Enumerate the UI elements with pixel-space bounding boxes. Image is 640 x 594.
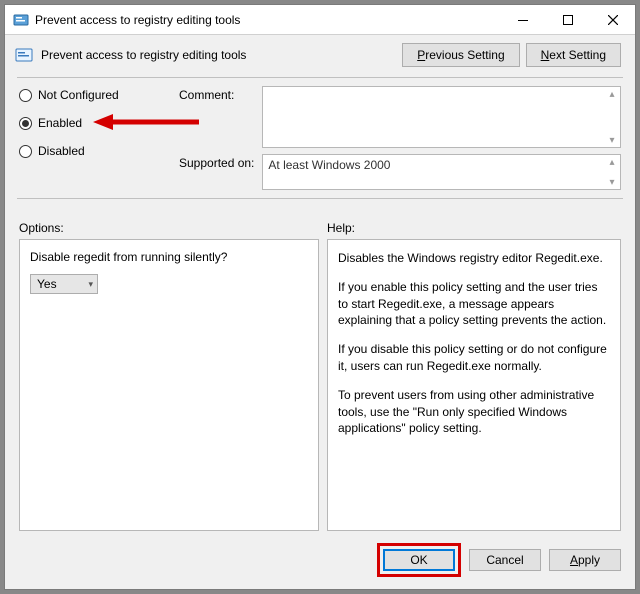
- radio-group: Not Configured Enabled Disabled: [19, 86, 179, 190]
- radio-enabled[interactable]: Enabled: [19, 116, 179, 130]
- top-section: Not Configured Enabled Disabled Comment:…: [5, 86, 635, 190]
- options-panel: Disable regedit from running silently? Y…: [19, 239, 319, 531]
- help-paragraph: To prevent users from using other admini…: [338, 387, 610, 437]
- supported-on-value: At least Windows 2000: [268, 158, 390, 172]
- options-section-label: Options:: [19, 221, 327, 235]
- header-row: Prevent access to registry editing tools…: [5, 35, 635, 71]
- section-labels: Options: Help:: [5, 207, 635, 239]
- close-button[interactable]: [590, 5, 635, 35]
- policy-editor-window: Prevent access to registry editing tools…: [4, 4, 636, 590]
- option-value: Yes: [37, 277, 57, 291]
- minimize-button[interactable]: [500, 5, 545, 35]
- radio-icon: [19, 145, 32, 158]
- titlebar: Prevent access to registry editing tools: [5, 5, 635, 35]
- help-paragraph: Disables the Windows registry editor Reg…: [338, 250, 610, 267]
- radio-icon: [19, 89, 32, 102]
- option-prompt: Disable regedit from running silently?: [30, 250, 308, 264]
- dialog-buttons: OK Cancel Apply: [5, 531, 635, 589]
- radio-disabled[interactable]: Disabled: [19, 144, 179, 158]
- policy-title: Prevent access to registry editing tools: [41, 48, 246, 62]
- supported-on-field: At least Windows 2000 ▴ ▾: [262, 154, 621, 190]
- maximize-button[interactable]: [545, 5, 590, 35]
- app-icon: [13, 12, 29, 28]
- comment-field[interactable]: ▴ ▾: [262, 86, 621, 148]
- radio-label: Not Configured: [38, 88, 119, 102]
- panels: Disable regedit from running silently? Y…: [5, 239, 635, 531]
- radio-not-configured[interactable]: Not Configured: [19, 88, 179, 102]
- chevron-down-icon: ▾: [88, 279, 93, 290]
- divider: [17, 77, 623, 78]
- radio-label: Enabled: [38, 116, 82, 130]
- previous-setting-button[interactable]: Previous Setting: [402, 43, 519, 67]
- next-setting-button[interactable]: Next Setting: [526, 43, 621, 67]
- help-paragraph: If you enable this policy setting and th…: [338, 279, 610, 329]
- comment-label: Comment:: [179, 86, 254, 102]
- radio-icon: [19, 117, 32, 130]
- ok-button[interactable]: OK: [383, 549, 455, 571]
- help-panel: Disables the Windows registry editor Reg…: [327, 239, 621, 531]
- scroll-up-icon[interactable]: ▴: [606, 88, 618, 100]
- window-title: Prevent access to registry editing tools: [35, 13, 240, 27]
- scroll-up-icon[interactable]: ▴: [606, 156, 618, 168]
- help-paragraph: If you disable this policy setting or do…: [338, 341, 610, 375]
- radio-label: Disabled: [38, 144, 85, 158]
- scroll-down-icon[interactable]: ▾: [606, 134, 618, 146]
- policy-icon: [15, 46, 33, 64]
- help-section-label: Help:: [327, 221, 621, 235]
- supported-on-label: Supported on:: [179, 154, 254, 170]
- option-combobox[interactable]: Yes ▾: [30, 274, 98, 294]
- annotation-highlight: OK: [377, 543, 461, 577]
- cancel-button[interactable]: Cancel: [469, 549, 541, 571]
- apply-button[interactable]: Apply: [549, 549, 621, 571]
- divider: [17, 198, 623, 199]
- scroll-down-icon[interactable]: ▾: [606, 176, 618, 188]
